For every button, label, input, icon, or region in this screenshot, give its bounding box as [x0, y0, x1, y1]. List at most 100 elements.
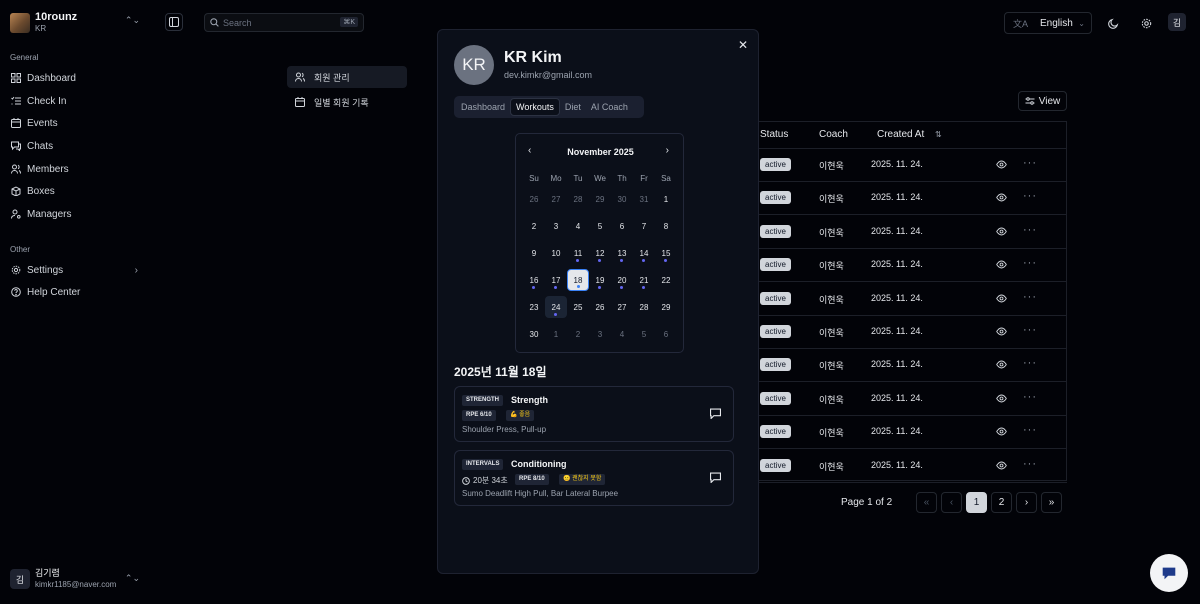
sidebar-item-help-center[interactable]: Help Center [6, 282, 146, 302]
table-row[interactable]: active 이현욱 2025. 11. 24. ··· [755, 316, 1067, 349]
calendar-day[interactable]: 17 [545, 269, 567, 291]
calendar-day[interactable]: 28 [633, 296, 655, 318]
calendar-day[interactable]: 3 [589, 323, 611, 345]
subnav-member-management[interactable]: 회원 관리 [287, 66, 407, 88]
calendar-day[interactable]: 30 [523, 323, 545, 345]
calendar-day[interactable]: 28 [567, 188, 589, 210]
table-row[interactable]: active 이현욱 2025. 11. 24. ··· [755, 149, 1067, 182]
eye-icon[interactable] [996, 192, 1007, 206]
calendar-day[interactable]: 22 [655, 269, 677, 291]
page-button[interactable]: 1 [966, 492, 987, 513]
search-input[interactable]: Search ⌘K [204, 13, 364, 32]
column-header-status[interactable]: Status [760, 129, 788, 140]
last-page-button[interactable]: » [1041, 492, 1062, 513]
calendar-day[interactable]: 23 [523, 296, 545, 318]
view-options-button[interactable]: View [1018, 91, 1067, 111]
calendar-day[interactable]: 26 [589, 296, 611, 318]
calendar-day[interactable]: 29 [655, 296, 677, 318]
language-select[interactable]: 文A English ⌄ [1004, 12, 1092, 34]
eye-icon[interactable] [996, 159, 1007, 173]
workout-card[interactable]: INTERVALS Conditioning 20분 34초 RPE 8/10 … [454, 450, 734, 506]
eye-icon[interactable] [996, 226, 1007, 240]
eye-icon[interactable] [996, 460, 1007, 474]
more-actions-icon[interactable]: ··· [1023, 257, 1037, 269]
calendar-day[interactable]: 5 [589, 215, 611, 237]
calendar-day[interactable]: 3 [545, 215, 567, 237]
tab-ai-coach[interactable]: AI Coach [586, 98, 633, 116]
first-page-button[interactable]: « [916, 492, 937, 513]
tab-dashboard[interactable]: Dashboard [456, 98, 510, 116]
next-page-button[interactable]: › [1016, 492, 1037, 513]
eye-icon[interactable] [996, 293, 1007, 307]
sidebar-item-dashboard[interactable]: Dashboard [6, 68, 146, 88]
subnav-daily-records[interactable]: 일별 회원 기록 [287, 91, 407, 113]
eye-icon[interactable] [996, 326, 1007, 340]
tab-diet[interactable]: Diet [560, 98, 586, 116]
eye-icon[interactable] [996, 259, 1007, 273]
eye-icon[interactable] [996, 359, 1007, 373]
prev-page-button[interactable]: ‹ [941, 492, 962, 513]
tab-workouts[interactable]: Workouts [510, 98, 560, 116]
calendar-day[interactable]: 1 [655, 188, 677, 210]
calendar-day[interactable]: 5 [633, 323, 655, 345]
calendar-day[interactable]: 26 [523, 188, 545, 210]
more-actions-icon[interactable]: ··· [1023, 224, 1037, 236]
chat-launcher-button[interactable] [1150, 554, 1188, 592]
column-header-created-at[interactable]: Created At ⇅ [877, 129, 942, 140]
theme-toggle-button[interactable] [1104, 14, 1122, 32]
eye-icon[interactable] [996, 393, 1007, 407]
table-row[interactable]: active 이현욱 2025. 11. 24. ··· [755, 182, 1067, 216]
calendar-day[interactable]: 2 [567, 323, 589, 345]
calendar-day[interactable]: 6 [611, 215, 633, 237]
sidebar-item-managers[interactable]: Managers [6, 204, 146, 224]
calendar-day[interactable]: 6 [655, 323, 677, 345]
more-actions-icon[interactable]: ··· [1023, 391, 1037, 403]
calendar-day[interactable]: 1 [545, 323, 567, 345]
calendar-day[interactable]: 20 [611, 269, 633, 291]
table-row[interactable]: active 이현욱 2025. 11. 24. ··· [755, 349, 1067, 383]
close-icon[interactable]: ✕ [738, 38, 748, 52]
sidebar-item-check-in[interactable]: Check In [6, 91, 146, 111]
sidebar-item-events[interactable]: Events [6, 113, 146, 133]
table-row[interactable]: active 이현욱 2025. 11. 24. ··· [755, 416, 1067, 450]
sidebar-item-boxes[interactable]: Boxes [6, 181, 146, 201]
calendar-day[interactable]: 9 [523, 242, 545, 264]
user-menu[interactable]: 김 김기렴 kimkr1185@naver.com ⌃⌄ [10, 568, 142, 590]
more-actions-icon[interactable]: ··· [1023, 458, 1037, 470]
calendar-day[interactable]: 16 [523, 269, 545, 291]
more-actions-icon[interactable]: ··· [1023, 324, 1037, 336]
more-actions-icon[interactable]: ··· [1023, 424, 1037, 436]
table-row[interactable]: active 이현욱 2025. 11. 24. ··· [755, 383, 1067, 416]
comment-icon[interactable] [710, 472, 721, 486]
page-button[interactable]: 2 [991, 492, 1012, 513]
calendar-day[interactable]: 24 [545, 296, 567, 318]
calendar-day[interactable]: 2 [523, 215, 545, 237]
sidebar-item-members[interactable]: Members [6, 159, 146, 179]
sidebar-toggle-button[interactable] [165, 13, 183, 31]
calendar-day[interactable]: 4 [567, 215, 589, 237]
calendar-day[interactable]: 13 [611, 242, 633, 264]
calendar-day[interactable]: 11 [567, 242, 589, 264]
calendar-day[interactable]: 10 [545, 242, 567, 264]
calendar-day[interactable]: 21 [633, 269, 655, 291]
table-row[interactable]: active 이현욱 2025. 11. 24. ··· [755, 450, 1067, 483]
calendar-day[interactable]: 12 [589, 242, 611, 264]
calendar-day[interactable]: 7 [633, 215, 655, 237]
table-row[interactable]: active 이현욱 2025. 11. 24. ··· [755, 249, 1067, 283]
calendar-day[interactable]: 18 [567, 269, 589, 291]
table-row[interactable]: active 이현욱 2025. 11. 24. ··· [755, 283, 1067, 316]
sidebar-item-chats[interactable]: Chats [6, 136, 146, 156]
more-actions-icon[interactable]: ··· [1023, 291, 1037, 303]
sidebar-item-settings[interactable]: Settings › [6, 260, 146, 280]
settings-button[interactable] [1137, 14, 1155, 32]
calendar-day[interactable]: 8 [655, 215, 677, 237]
workout-card[interactable]: STRENGTH Strength RPE 6/10 💪 좋음 Shoulder… [454, 386, 734, 442]
profile-avatar-button[interactable]: 김 [1168, 13, 1186, 31]
chevron-right-icon[interactable]: › [666, 145, 669, 156]
more-actions-icon[interactable]: ··· [1023, 157, 1037, 169]
more-actions-icon[interactable]: ··· [1023, 190, 1037, 202]
calendar-day[interactable]: 14 [633, 242, 655, 264]
calendar-day[interactable]: 31 [633, 188, 655, 210]
brand-switcher[interactable]: 10rounz KR ⌃⌄ [10, 12, 142, 34]
calendar-day[interactable]: 29 [589, 188, 611, 210]
